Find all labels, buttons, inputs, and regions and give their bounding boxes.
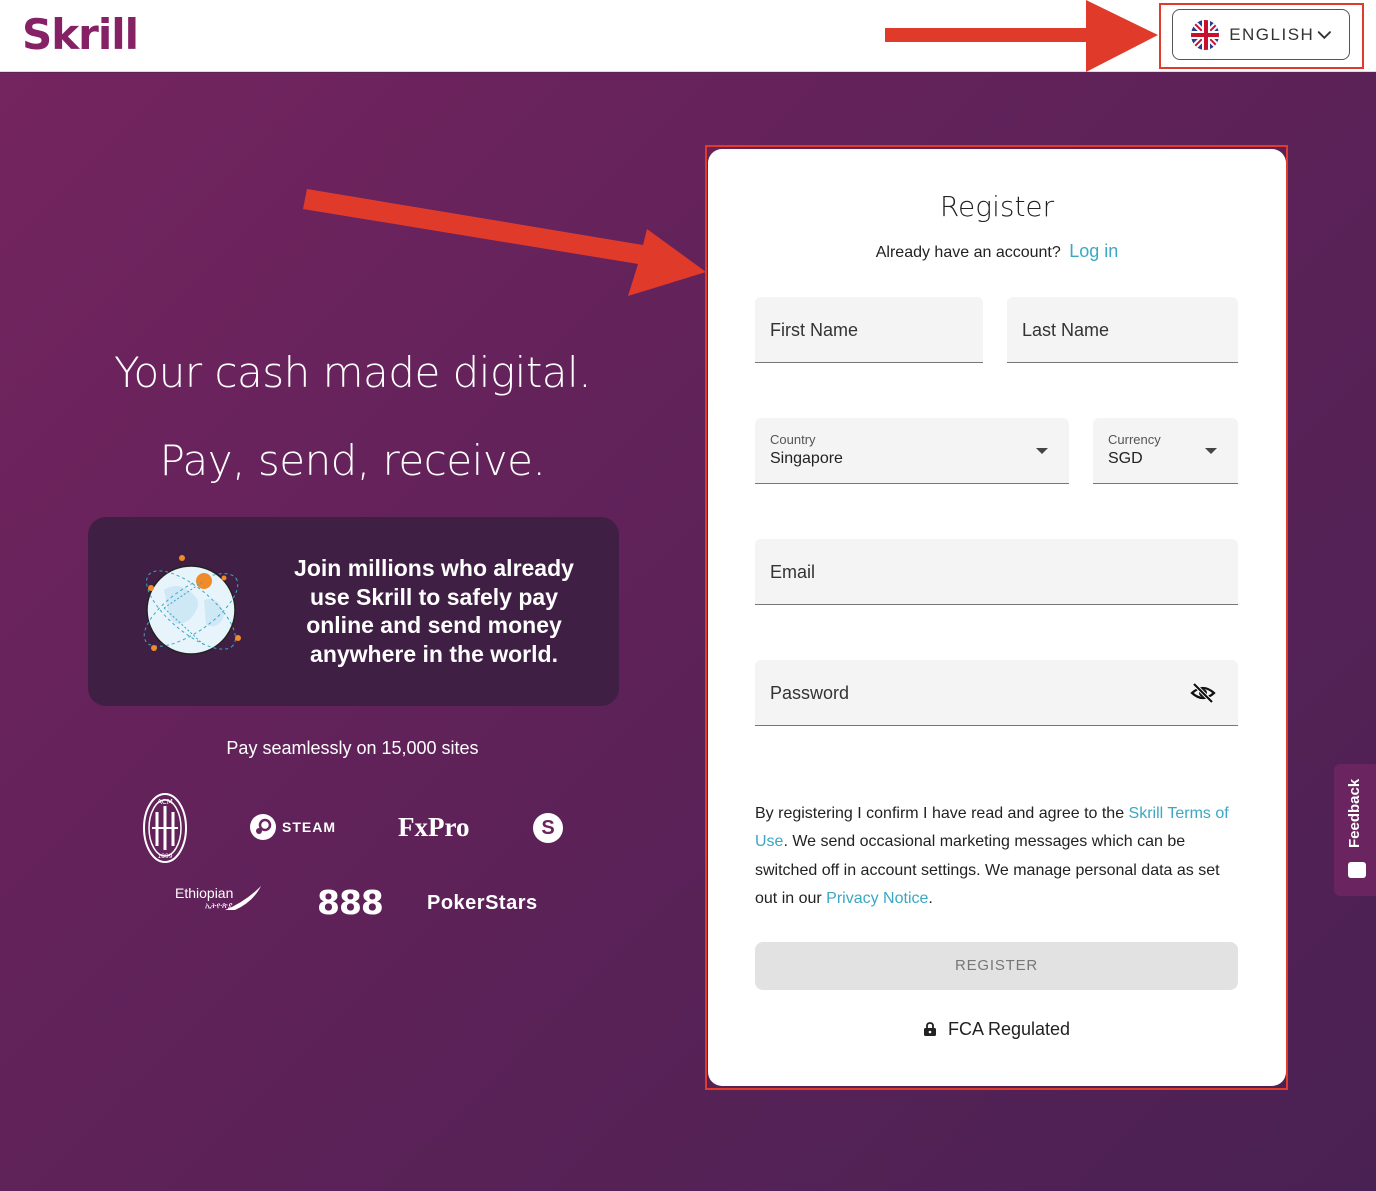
email-placeholder: Email [770,562,816,582]
skrill-logo[interactable]: Skrill [22,10,139,60]
password-placeholder: Password [770,683,850,703]
already-account-label: Already have an account? [875,244,1061,261]
register-button[interactable]: REGISTER [755,942,1238,990]
feedback-label: Feedback [1346,778,1363,848]
join-text-line: use Skrill to safely pay [309,583,558,610]
hero-headline: Your cash made digital. [113,348,592,397]
dropdown-arrow-icon [1205,448,1217,454]
terms-part: By registering I confirm I have read and… [755,805,1129,822]
first-name-field[interactable]: First Name [755,297,983,363]
steam-logo: STEAM [250,814,336,840]
fca-label: FCA Regulated [947,1019,1071,1039]
svg-text:ACM: ACM [157,798,173,806]
already-account-text: Already have an account? Log in [708,241,1286,262]
888-logo: 888 [317,883,384,922]
lock-icon [923,1022,936,1036]
currency-label: Currency [1108,432,1161,447]
fca-regulated: FCA Regulated [708,1019,1286,1040]
last-name-field[interactable]: Last Name [1007,297,1238,363]
seamless-sites-text: Pay seamlessly on 15,000 sites [226,738,479,758]
steam-icon [250,814,276,840]
join-text: Join millions who already use Skrill to … [288,554,580,668]
uk-flag-icon [1191,19,1220,50]
skype-icon: S [533,813,563,843]
chevron-down-icon [1318,30,1332,39]
join-text-line: online and send money [306,612,562,638]
country-value: Singapore [770,450,843,467]
country-label: Country [770,432,816,447]
ac-milan-logo: ACM 1899 [143,793,187,863]
email-field[interactable]: Email [755,539,1238,605]
eye-off-icon[interactable] [1190,681,1216,705]
dropdown-arrow-icon [1036,448,1048,454]
first-name-placeholder: First Name [770,320,859,340]
steam-label: STEAM [282,819,336,835]
currency-select[interactable]: Currency SGD [1093,418,1238,484]
terms-text: By registering I confirm I have read and… [755,800,1242,913]
login-link[interactable]: Log in [1069,241,1118,261]
currency-value: SGD [1108,450,1143,467]
fxpro-logo: FxPro [398,812,470,842]
language-selector[interactable]: ENGLISH [1172,9,1350,60]
svg-text:1899: 1899 [157,853,172,860]
join-text-line: Join millions who already [294,555,574,581]
join-text-line: anywhere in the world. [310,640,558,667]
last-name-placeholder: Last Name [1022,320,1110,340]
register-title: Register [939,190,1055,223]
password-field[interactable]: Password [755,660,1238,726]
privacy-notice-link[interactable]: Privacy Notice [826,890,928,907]
hero-subheadline: Pay, send, receive. [159,436,546,485]
ethiopian-wing-icon [225,886,261,910]
country-select[interactable]: Country Singapore [755,418,1069,484]
pokerstars-logo: PokerStars [427,892,538,914]
terms-part: . We send occasional marketing messages … [755,833,1220,907]
terms-part: . [928,889,933,907]
globe-icon [143,555,241,655]
feedback-icon [1348,862,1366,878]
language-label: ENGLISH [1229,24,1315,44]
